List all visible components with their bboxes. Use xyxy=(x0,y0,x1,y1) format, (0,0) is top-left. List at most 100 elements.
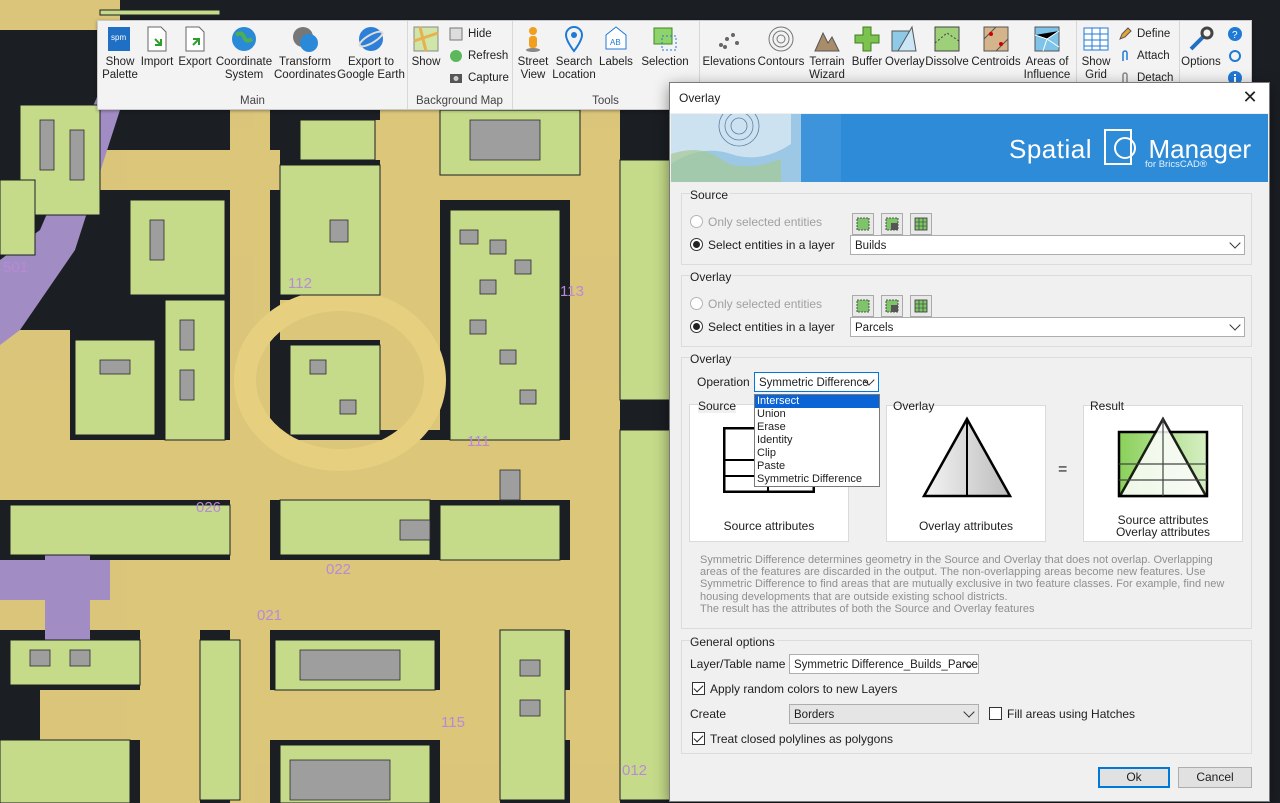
map-label: 501 xyxy=(3,259,28,276)
layer-name-combo[interactable]: Symmetric Difference_Builds_Parce xyxy=(789,654,979,674)
operation-option-clip[interactable]: Clip xyxy=(755,447,879,460)
group-caption-main: Main xyxy=(240,95,265,107)
dissolve-button[interactable]: Dissolve xyxy=(925,25,969,69)
overlay-layer-radio[interactable]: Select entities in a layer xyxy=(690,319,835,335)
refresh-map-button[interactable]: Refresh xyxy=(449,47,508,65)
closed-polylines-checkbox[interactable]: Treat closed polylines as polygons xyxy=(692,731,893,747)
terrain-wizard-button[interactable]: Terrain Wizard xyxy=(805,25,849,82)
close-button[interactable]: ✕ xyxy=(1239,87,1261,109)
show-palette-button[interactable]: spm Show Palette xyxy=(102,25,138,82)
dialog-title: Overlay xyxy=(679,91,721,105)
overlay-pick-button[interactable] xyxy=(852,295,874,317)
export-button[interactable]: Export xyxy=(176,25,214,69)
overlay-add-button[interactable] xyxy=(881,295,903,317)
operation-dropdown-list[interactable]: Intersect Union Erase Identity Clip Past… xyxy=(754,394,880,487)
source-add-button[interactable] xyxy=(881,213,903,235)
svg-text:AB: AB xyxy=(610,38,621,47)
ribbon-group-background-map: Show Hide Refresh Capture Background Map xyxy=(407,21,513,109)
transform-coordinates-button[interactable]: Transform Coordinates xyxy=(274,25,336,82)
show-grid-button[interactable]: Show Grid xyxy=(1078,25,1114,82)
centroids-button[interactable]: Centroids xyxy=(971,25,1021,69)
operation-label: Operation xyxy=(697,375,750,389)
brand-logo: Spatial Manager xyxy=(1009,128,1251,168)
map-label: 012 xyxy=(622,762,647,779)
operation-combo[interactable]: Symmetric Difference xyxy=(754,372,879,392)
elevations-button[interactable]: Elevations xyxy=(702,25,756,69)
operation-option-symmetric-difference[interactable]: Symmetric Difference xyxy=(755,473,879,486)
contours-button[interactable]: Contours xyxy=(757,25,805,69)
export-google-earth-button[interactable]: Export to Google Earth xyxy=(336,25,406,82)
export-icon xyxy=(185,26,205,52)
operation-description-result: The result has the attributes of both th… xyxy=(700,602,1035,615)
source-layer-radio[interactable]: Select entities in a layer xyxy=(690,237,835,253)
source-layer-combo[interactable]: Builds xyxy=(850,235,1245,255)
create-label: Create xyxy=(690,707,727,721)
chevron-down-icon xyxy=(1229,319,1241,331)
show-map-button[interactable]: Show xyxy=(409,25,443,69)
map-icon xyxy=(413,26,439,52)
svg-text:?: ? xyxy=(1232,30,1238,41)
operation-option-union[interactable]: Union xyxy=(755,408,879,421)
random-colors-checkbox[interactable]: Apply random colors to new Layers xyxy=(692,681,897,697)
overlay-only-selected-radio[interactable]: Only selected entities xyxy=(690,296,822,312)
map-label: 113 xyxy=(560,283,584,300)
buffer-button[interactable]: Buffer xyxy=(849,25,885,69)
fill-hatches-checkbox[interactable]: Fill areas using Hatches xyxy=(989,706,1135,722)
create-combo[interactable]: Borders xyxy=(789,704,979,724)
pegman-icon xyxy=(526,27,540,52)
map-label: 112 xyxy=(288,275,312,292)
equals-sign: = xyxy=(1058,461,1068,478)
spm-logo-icon xyxy=(1104,129,1137,165)
centroids-icon xyxy=(983,26,1009,52)
source-layer-button[interactable] xyxy=(910,213,932,235)
operation-option-identity[interactable]: Identity xyxy=(755,434,879,447)
banner-map-image xyxy=(671,114,841,182)
sync-icon[interactable] xyxy=(1227,48,1243,64)
location-pin-icon xyxy=(564,25,584,53)
overlay-icon xyxy=(891,25,917,52)
camera-icon xyxy=(450,73,462,83)
brand-word-spatial: Spatial xyxy=(1009,134,1092,164)
layer-entities-icon xyxy=(914,299,928,313)
selection-button[interactable]: Selection xyxy=(636,25,694,69)
options-button[interactable]: Options xyxy=(1181,25,1221,69)
operation-description-text: Symmetric Difference determines geometry… xyxy=(700,554,1225,603)
define-button[interactable]: Define xyxy=(1118,25,1170,43)
wrench-icon xyxy=(1189,26,1214,51)
dialog-titlebar[interactable]: Overlay ✕ xyxy=(670,83,1269,113)
result-panel-label: Result xyxy=(1090,399,1125,413)
operation-option-paste[interactable]: Paste xyxy=(755,460,879,473)
layer-entities-icon xyxy=(914,217,928,231)
overlay-layer-combo[interactable]: Parcels xyxy=(850,317,1245,337)
hide-map-button[interactable]: Hide xyxy=(449,25,492,43)
result-diagram xyxy=(1117,416,1209,498)
coordinate-system-button[interactable]: Coordinate System xyxy=(214,25,274,82)
overlay-panel-caption: Overlay attributes xyxy=(918,519,1014,533)
cancel-button[interactable]: Cancel xyxy=(1178,767,1252,788)
source-panel-caption: Source attributes xyxy=(723,519,815,533)
general-options-title: General options xyxy=(690,635,777,649)
source-pick-button[interactable] xyxy=(852,213,874,235)
labels-button[interactable]: AB Labels xyxy=(598,25,634,69)
globe-icon xyxy=(232,27,256,51)
add-entities-icon xyxy=(885,299,899,313)
add-entities-icon xyxy=(885,217,899,231)
search-location-button[interactable]: Search Location xyxy=(552,25,596,82)
import-button[interactable]: Import xyxy=(140,25,174,69)
source-only-selected-radio[interactable]: Only selected entities xyxy=(690,214,822,230)
street-view-button[interactable]: Street View xyxy=(514,25,552,82)
operation-group-title: Overlay xyxy=(690,352,734,366)
capture-map-button[interactable]: Capture xyxy=(449,69,509,87)
pick-entities-icon xyxy=(856,299,870,313)
ok-button[interactable]: Ok xyxy=(1098,767,1170,788)
overlay-layer-button[interactable] xyxy=(910,295,932,317)
help-icon[interactable]: ? xyxy=(1227,26,1243,42)
grid-icon xyxy=(1083,27,1109,51)
areas-of-influence-button[interactable]: Areas of Influence xyxy=(1021,25,1073,82)
operation-option-erase[interactable]: Erase xyxy=(755,421,879,434)
attach-button[interactable]: Attach xyxy=(1118,47,1170,65)
map-label: 111 xyxy=(467,433,490,450)
result-caption-overlay: Overlay attributes xyxy=(1115,525,1211,539)
operation-option-intersect[interactable]: Intersect xyxy=(755,395,879,408)
overlay-button[interactable]: Overlay xyxy=(885,25,925,69)
